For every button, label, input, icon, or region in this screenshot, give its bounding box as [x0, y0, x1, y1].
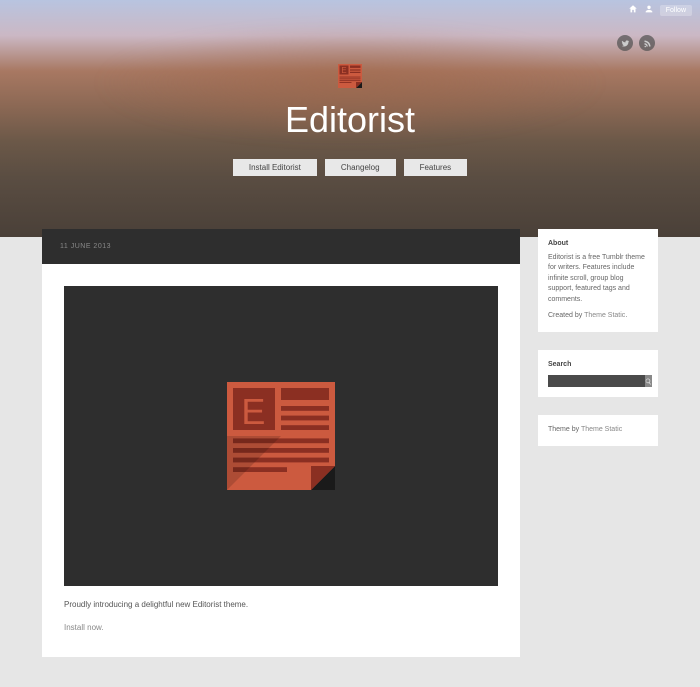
search-title: Search — [548, 360, 648, 371]
credit-link[interactable]: Theme Static — [581, 426, 622, 433]
credit-prefix: Theme by — [548, 426, 581, 433]
follow-button[interactable]: Follow — [660, 5, 692, 16]
main-post: 11 JUNE 2013 E — [42, 229, 520, 657]
created-by-label: Created by — [548, 312, 584, 319]
twitter-icon[interactable] — [617, 35, 633, 51]
nav-changelog-button[interactable]: Changelog — [325, 159, 396, 176]
search-icon — [645, 378, 652, 385]
svg-text:E: E — [241, 391, 265, 432]
search-button[interactable] — [645, 375, 652, 387]
nav-install-button[interactable]: Install Editorist — [233, 159, 317, 176]
rss-icon[interactable] — [639, 35, 655, 51]
install-now-link[interactable]: Install now. — [64, 623, 104, 632]
nav-features-button[interactable]: Features — [404, 159, 468, 176]
about-body: Editorist is a free Tumblr theme for wri… — [548, 253, 648, 306]
site-logo-icon: E — [335, 61, 365, 91]
created-by-link[interactable]: Theme Static — [584, 312, 625, 319]
post-intro-text: Proudly introducing a delightful new Edi… — [64, 600, 498, 609]
search-input[interactable] — [548, 375, 645, 387]
user-icon[interactable] — [644, 1, 654, 19]
hero-banner: E Editorist Install Editorist Changelog … — [0, 0, 700, 237]
about-title: About — [548, 239, 648, 250]
home-icon[interactable] — [628, 1, 638, 19]
post-date: 11 JUNE 2013 — [42, 229, 520, 264]
site-title: Editorist — [285, 99, 415, 141]
credit-widget: Theme by Theme Static — [538, 415, 658, 446]
svg-text:E: E — [341, 66, 346, 75]
about-widget: About Editorist is a free Tumblr theme f… — [538, 229, 658, 332]
post-feature-image[interactable]: E — [64, 286, 498, 586]
search-widget: Search — [538, 350, 658, 398]
document-icon: E — [221, 376, 341, 496]
